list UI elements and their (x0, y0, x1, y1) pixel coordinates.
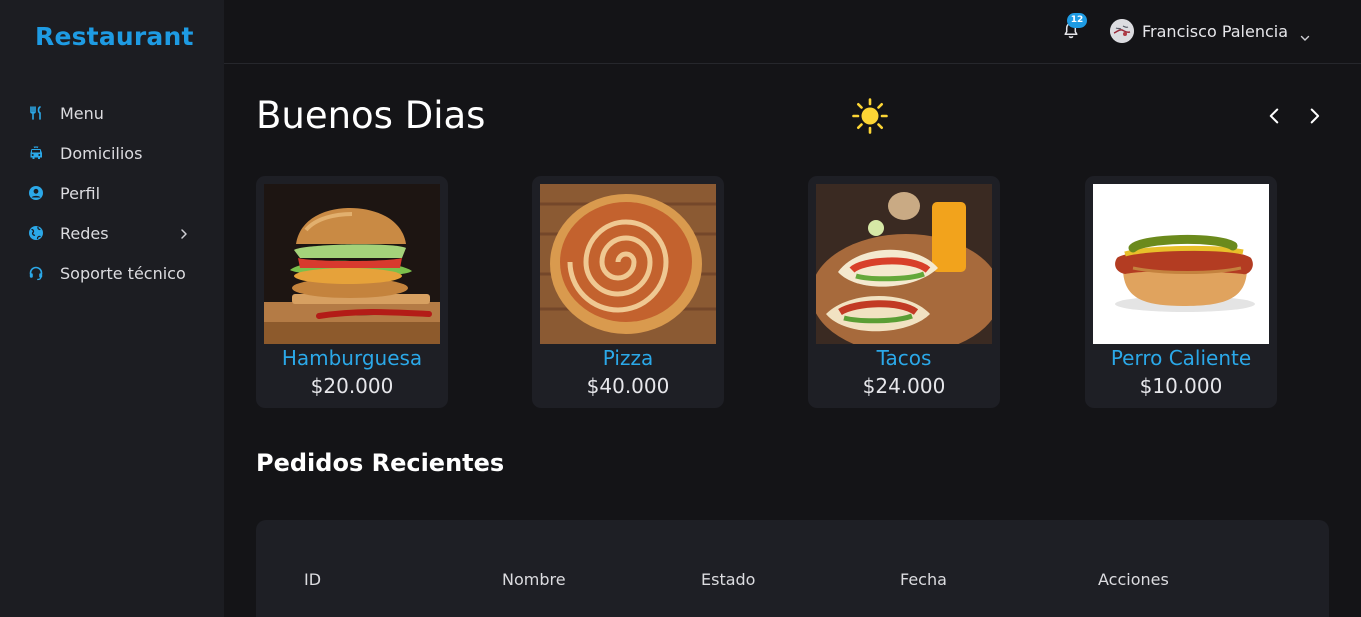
product-name: Tacos (876, 346, 932, 370)
table-header-fecha[interactable]: Fecha (900, 570, 947, 589)
carousel-prev-button[interactable] (1264, 104, 1288, 128)
product-card-tacos[interactable]: Tacos $24.000 (808, 176, 1000, 408)
table-header-nombre[interactable]: Nombre (502, 570, 566, 589)
notification-badge: 12 (1067, 13, 1087, 28)
car-icon (28, 145, 44, 161)
greeting-title: Buenos Dias (256, 94, 486, 137)
sidebar-item-label: Menu (60, 103, 104, 123)
table-header-acciones[interactable]: Acciones (1098, 570, 1169, 589)
product-card-hamburguesa[interactable]: Hamburguesa $20.000 (256, 176, 448, 408)
chevron-right-icon (178, 226, 190, 240)
product-card-pizza[interactable]: Pizza $40.000 (532, 176, 724, 408)
sidebar-nav: Menu Domicilios Perfil Redes Soporte téc… (0, 93, 224, 293)
user-menu[interactable]: Francisco Palencia (1110, 18, 1310, 44)
user-name: Francisco Palencia (1142, 21, 1289, 41)
top-bar: 12 Francisco Palencia (224, 0, 1361, 64)
orders-table: ID Nombre Estado Fecha Acciones (256, 520, 1329, 617)
avatar (1110, 19, 1134, 43)
table-header-id[interactable]: ID (304, 570, 321, 589)
utensils-icon (28, 105, 44, 121)
recent-orders-title: Pedidos Recientes (256, 449, 505, 477)
sun-icon (850, 95, 890, 135)
table-header-estado[interactable]: Estado (701, 570, 755, 589)
product-price: $24.000 (862, 374, 946, 398)
collapse-toggle-icon[interactable] (146, 610, 156, 617)
sidebar-item-redes[interactable]: Redes (0, 213, 224, 253)
sidebar: Restaurant Menu Domicilios Perfil Redes … (0, 0, 224, 617)
sidebar-item-label: Domicilios (60, 143, 143, 163)
product-price: $10.000 (1139, 374, 1223, 398)
brand-logo[interactable]: Restaurant (35, 22, 194, 51)
sidebar-item-menu[interactable]: Menu (0, 93, 224, 133)
pizza-image (540, 184, 716, 344)
tacos-image (816, 184, 992, 344)
product-name: Pizza (602, 346, 654, 370)
chevron-down-icon (1300, 27, 1310, 41)
carousel-next-button[interactable] (1302, 104, 1326, 128)
sidebar-item-domicilios[interactable]: Domicilios (0, 133, 224, 173)
product-name: Hamburguesa (281, 346, 423, 370)
sidebar-item-label: Redes (60, 223, 109, 243)
globe-icon (28, 225, 44, 241)
app-root: Restaurant Menu Domicilios Perfil Redes … (0, 0, 1361, 617)
sidebar-item-label: Perfil (60, 183, 101, 203)
hotdog-image (1093, 184, 1269, 344)
product-price: $20.000 (310, 374, 394, 398)
headset-icon (28, 265, 44, 281)
product-card-perro-caliente[interactable]: Perro Caliente $10.000 (1085, 176, 1277, 408)
sidebar-item-perfil[interactable]: Perfil (0, 173, 224, 213)
burger-image (264, 184, 440, 344)
sidebar-item-soporte[interactable]: Soporte técnico (0, 253, 224, 293)
sidebar-item-label: Soporte técnico (60, 263, 186, 283)
product-name: Perro Caliente (1110, 346, 1252, 370)
product-price: $40.000 (586, 374, 670, 398)
user-circle-icon (28, 185, 44, 201)
